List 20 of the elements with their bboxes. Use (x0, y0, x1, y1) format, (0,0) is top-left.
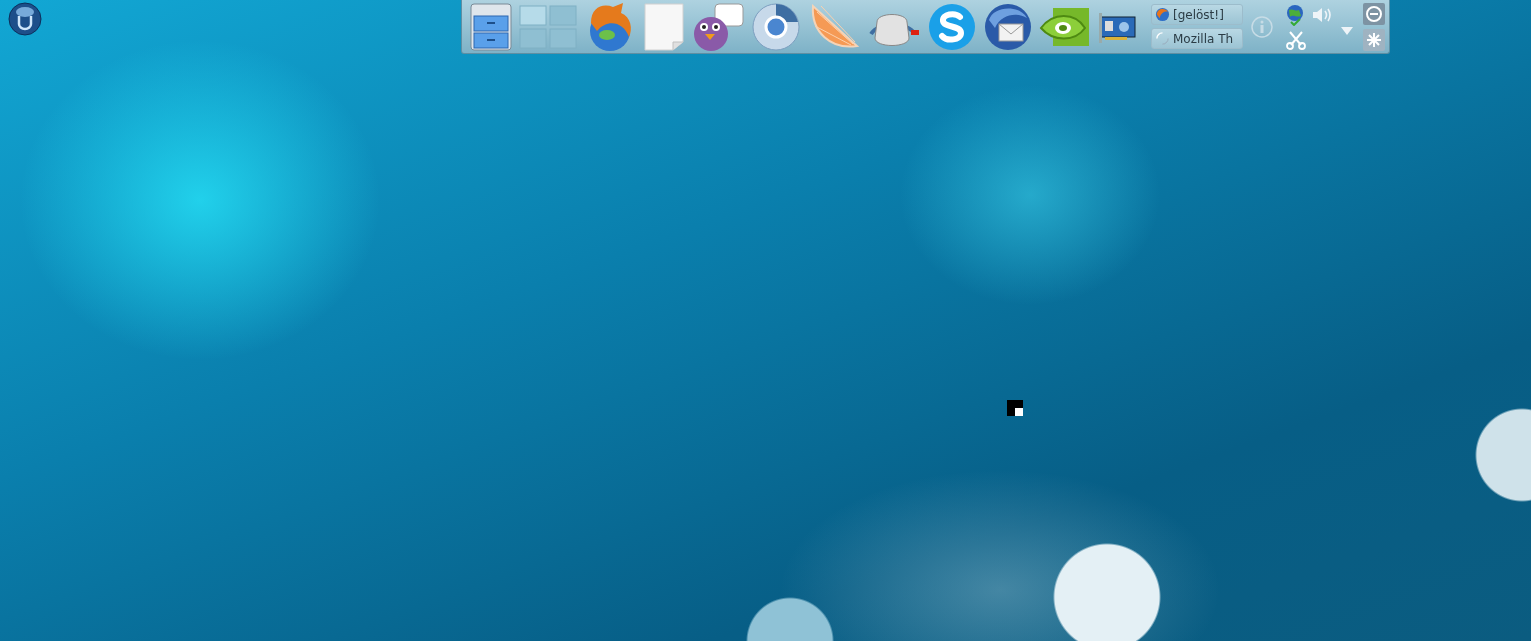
globe-check-icon[interactable] (1285, 3, 1305, 26)
letter-s-icon[interactable] (927, 1, 977, 52)
minus-circle-icon[interactable] (1363, 2, 1385, 25)
loading-icon (1155, 31, 1170, 46)
bird-chat-icon[interactable] (691, 1, 745, 52)
scissors-icon[interactable] (1286, 29, 1306, 50)
dropdown-arrow-icon[interactable] (1341, 26, 1353, 35)
cursor-icon (1007, 400, 1023, 416)
fox-globe-icon (1155, 7, 1170, 22)
file-cabinet-icon[interactable] (469, 1, 513, 52)
bird-envelope-icon[interactable] (983, 1, 1033, 52)
blank-document-icon[interactable] (643, 1, 685, 52)
circle-ring-icon[interactable] (751, 1, 801, 52)
desktop-pager-icon[interactable] (519, 3, 577, 50)
speaker-icon[interactable] (1311, 5, 1333, 24)
task-button[interactable]: [gelöst!] (1151, 4, 1243, 25)
eye-logo-icon[interactable] (1039, 5, 1091, 48)
desktop-menu-icon[interactable] (8, 2, 42, 36)
task-button[interactable]: Mozilla Th (1151, 28, 1243, 49)
asterisk-icon[interactable] (1363, 28, 1385, 51)
